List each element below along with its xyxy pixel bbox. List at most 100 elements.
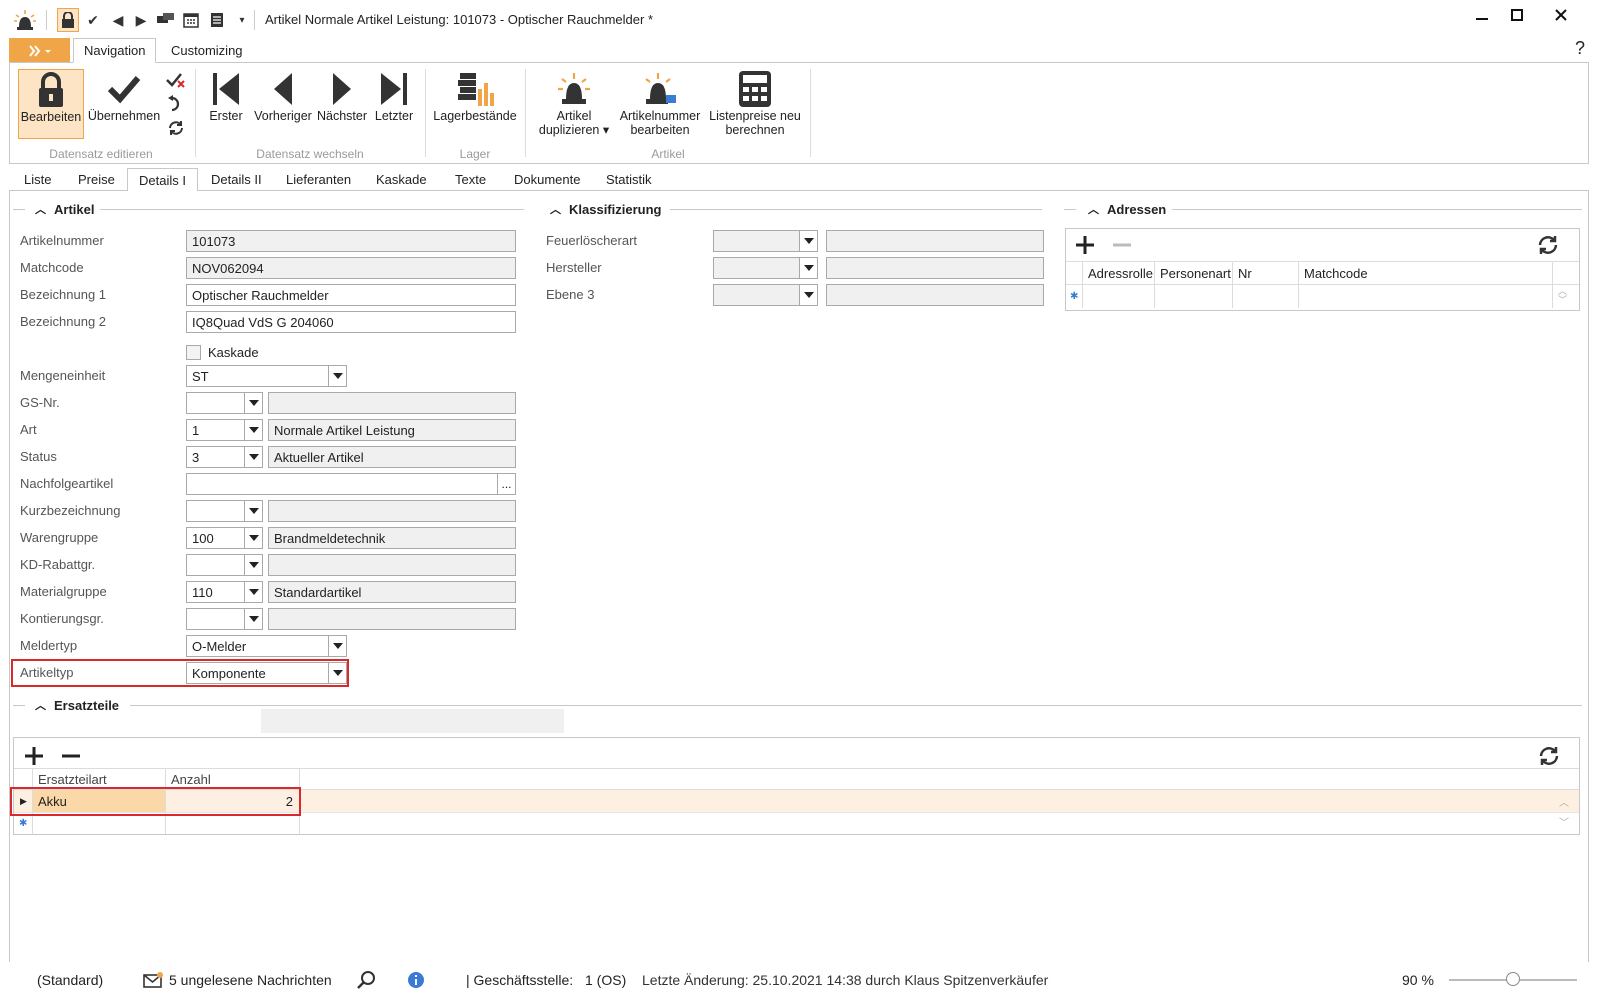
bezeichnung-2-field[interactable]: IQ8Quad VdS G 204060 bbox=[186, 311, 516, 333]
warengruppe-select[interactable]: 100 bbox=[186, 527, 263, 549]
table-cell[interactable] bbox=[33, 813, 166, 834]
listenpreise-neu-berechnen-button[interactable]: Listenpreise neu berechnen bbox=[706, 69, 804, 139]
bezeichnung-1-field[interactable]: Optischer Rauchmelder bbox=[186, 284, 516, 306]
qa-calendar-icon[interactable] bbox=[181, 10, 201, 30]
chevron-down-icon[interactable] bbox=[244, 582, 262, 602]
column-header-adressrolle[interactable]: Adressrolle bbox=[1083, 262, 1155, 284]
tab-preise[interactable]: Preise bbox=[67, 168, 126, 191]
qa-lock-icon[interactable] bbox=[57, 8, 79, 32]
chevron-down-icon[interactable] bbox=[244, 609, 262, 629]
tab-liste[interactable]: Liste bbox=[13, 168, 62, 191]
status-messages[interactable]: 5 ungelesene Nachrichten bbox=[169, 962, 332, 998]
tab-details-ii[interactable]: Details II bbox=[200, 168, 273, 191]
chevron-down-icon[interactable] bbox=[244, 447, 262, 467]
chevron-down-icon[interactable] bbox=[799, 285, 817, 305]
table-cell[interactable] bbox=[1299, 285, 1553, 308]
adressen-new-row[interactable]: ✱ bbox=[1066, 285, 1579, 309]
nachfolgeartikel-field[interactable]: ... bbox=[186, 473, 516, 495]
kd-rabattgr-select[interactable] bbox=[186, 554, 263, 576]
qa-messages-icon[interactable] bbox=[156, 10, 176, 30]
matchcode-field[interactable]: NOV062094 bbox=[186, 257, 516, 279]
scroll-arrows-icon[interactable]: ︿ ﹀ bbox=[1558, 287, 1567, 305]
artikel-section-header[interactable]: ︿ Artikel bbox=[35, 201, 94, 217]
chevron-down-icon[interactable] bbox=[328, 636, 346, 656]
qa-customize-icon[interactable]: ▾ bbox=[232, 10, 252, 30]
column-header-personenart[interactable]: Personenart bbox=[1155, 262, 1233, 284]
search-icon[interactable] bbox=[356, 962, 376, 998]
meldertyp-select[interactable]: O-Melder bbox=[186, 635, 347, 657]
refresh-icon[interactable] bbox=[1537, 744, 1561, 771]
browse-button[interactable]: ... bbox=[497, 474, 515, 494]
scroll-arrows-icon[interactable]: ︿ ﹀ bbox=[1559, 794, 1569, 834]
qa-prev-icon[interactable]: ◀ bbox=[108, 10, 128, 30]
ribbon-tab-customizing[interactable]: Customizing bbox=[161, 38, 253, 63]
undo-icon[interactable] bbox=[168, 95, 186, 113]
column-header-anzahl[interactable]: Anzahl bbox=[166, 769, 300, 789]
chevron-down-icon[interactable] bbox=[244, 501, 262, 521]
mengeneinheit-select[interactable]: ST bbox=[186, 365, 347, 387]
ribbon-tab-navigation[interactable]: Navigation bbox=[73, 38, 157, 63]
vorheriger-button[interactable]: Vorheriger bbox=[252, 69, 314, 139]
klassifizierung-section-header[interactable]: ︿ Klassifizierung bbox=[550, 201, 661, 217]
status-select[interactable]: 3 bbox=[186, 446, 263, 468]
letzter-button[interactable]: Letzter bbox=[372, 69, 416, 139]
qa-list-icon[interactable] bbox=[207, 10, 227, 30]
close-icon[interactable] bbox=[1541, 4, 1581, 26]
remove-icon[interactable] bbox=[60, 745, 82, 770]
kurzbezeichnung-select[interactable] bbox=[186, 500, 263, 522]
tab-details-i[interactable]: Details I bbox=[127, 168, 198, 192]
refresh-icon[interactable] bbox=[167, 119, 185, 137]
status-geschaeftsstelle-value[interactable]: 1 (OS) bbox=[585, 962, 626, 998]
qa-check-icon[interactable]: ✔ bbox=[83, 10, 103, 30]
ersatzteile-new-row[interactable]: ✱ bbox=[14, 813, 1579, 835]
hersteller-select[interactable] bbox=[713, 257, 818, 279]
chevron-down-icon[interactable] bbox=[244, 420, 262, 440]
erster-button[interactable]: Erster bbox=[204, 69, 248, 139]
naechster-button[interactable]: Nächster bbox=[315, 69, 369, 139]
chevron-down-icon[interactable] bbox=[244, 528, 262, 548]
artikelnummer-bearbeiten-button[interactable]: Artikelnummer bearbeiten bbox=[616, 69, 704, 139]
gs-nr-select[interactable] bbox=[186, 392, 263, 414]
help-icon[interactable]: ? bbox=[1575, 38, 1585, 59]
column-header-matchcode[interactable]: Matchcode bbox=[1299, 262, 1553, 284]
chevron-down-icon[interactable] bbox=[244, 555, 262, 575]
mail-icon[interactable] bbox=[143, 962, 163, 998]
table-cell[interactable] bbox=[1083, 285, 1155, 308]
info-icon[interactable] bbox=[408, 962, 424, 998]
zoom-slider-thumb[interactable] bbox=[1506, 972, 1520, 986]
kaskade-checkbox[interactable] bbox=[186, 345, 201, 360]
table-cell[interactable] bbox=[1233, 285, 1299, 308]
materialgruppe-select[interactable]: 110 bbox=[186, 581, 263, 603]
qa-next-icon[interactable]: ▶ bbox=[131, 10, 151, 30]
check-cancel-icon[interactable] bbox=[166, 71, 186, 91]
chevron-down-icon[interactable] bbox=[244, 393, 262, 413]
add-icon[interactable] bbox=[23, 745, 45, 770]
feuerloescherart-select[interactable] bbox=[713, 230, 818, 252]
tab-lieferanten[interactable]: Lieferanten bbox=[275, 168, 362, 191]
remove-icon[interactable] bbox=[1111, 234, 1133, 259]
ebene-3-select[interactable] bbox=[713, 284, 818, 306]
add-icon[interactable] bbox=[1074, 234, 1096, 259]
ersatzteile-section-header[interactable]: ︿ Ersatzteile bbox=[35, 697, 119, 713]
art-select[interactable]: 1 bbox=[186, 419, 263, 441]
column-header-nr[interactable]: Nr bbox=[1233, 262, 1299, 284]
chevron-down-icon[interactable] bbox=[328, 366, 346, 386]
adressen-section-header[interactable]: ︿ Adressen bbox=[1088, 201, 1166, 217]
uebernehmen-button[interactable]: Übernehmen bbox=[88, 69, 160, 139]
artikel-duplizieren-button[interactable]: Artikel duplizieren ▾ bbox=[534, 69, 614, 139]
table-cell[interactable] bbox=[1155, 285, 1233, 308]
chevron-down-icon[interactable] bbox=[799, 231, 817, 251]
table-cell[interactable] bbox=[166, 813, 300, 834]
lagerbestaende-button[interactable]: Lagerbestände bbox=[430, 69, 520, 139]
status-standard[interactable]: (Standard) bbox=[37, 962, 103, 998]
minimize-icon[interactable] bbox=[1462, 4, 1502, 26]
column-header-ersatzteilart[interactable]: Ersatzteilart bbox=[33, 769, 166, 789]
refresh-icon[interactable] bbox=[1536, 233, 1560, 260]
artikelnummer-field[interactable]: 101073 bbox=[186, 230, 516, 252]
tab-kaskade[interactable]: Kaskade bbox=[365, 168, 438, 191]
tab-texte[interactable]: Texte bbox=[444, 168, 497, 191]
kontierungsgr-select[interactable] bbox=[186, 608, 263, 630]
tab-statistik[interactable]: Statistik bbox=[595, 168, 663, 191]
bearbeiten-button[interactable]: Bearbeiten bbox=[18, 69, 84, 139]
chevron-down-icon[interactable] bbox=[799, 258, 817, 278]
